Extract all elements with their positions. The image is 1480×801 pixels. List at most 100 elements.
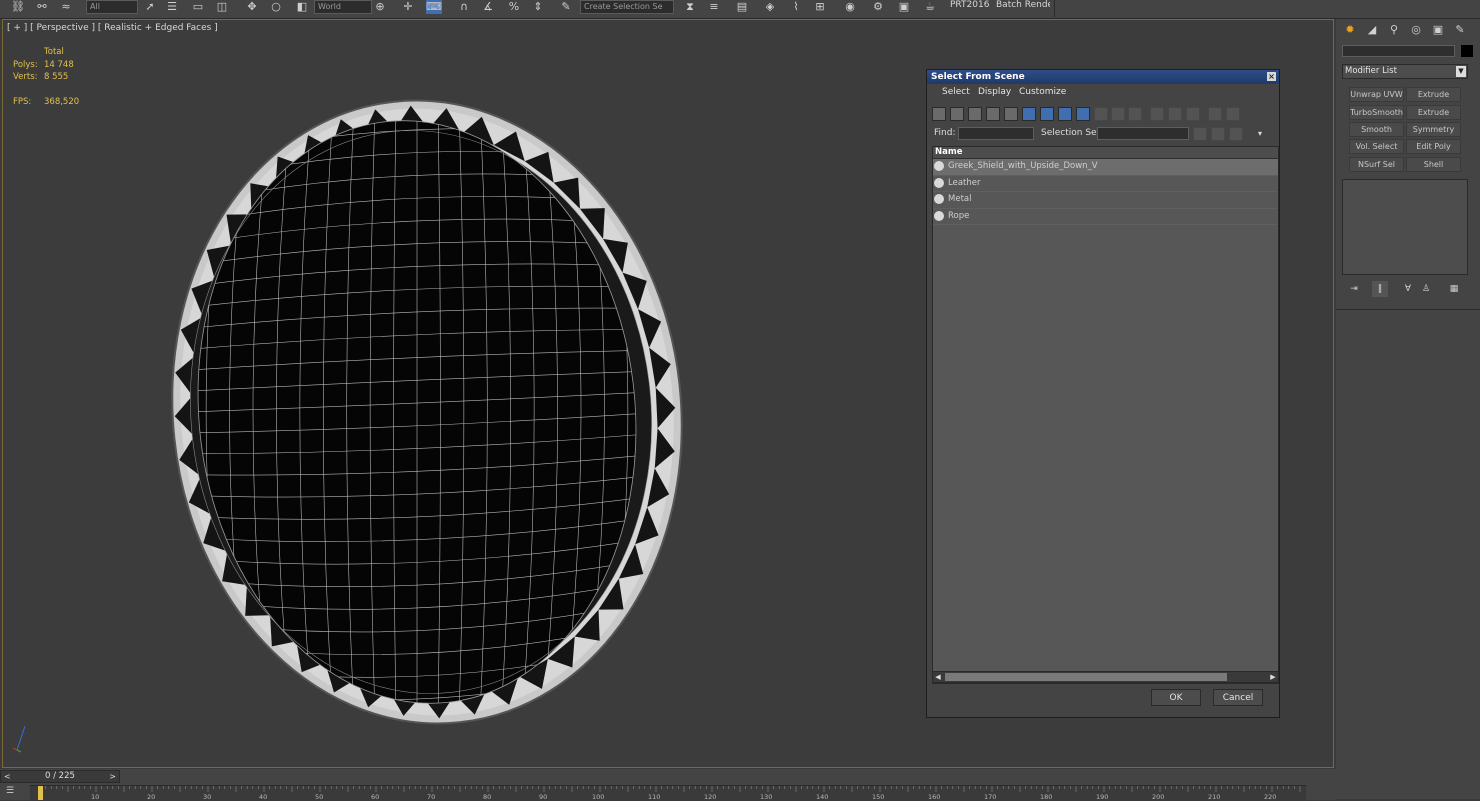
horizontal-scrollbar[interactable]: ◀ ▶	[932, 671, 1279, 683]
modify-tab-icon[interactable]: ◢	[1364, 22, 1380, 38]
modifier-button-turbosmooth[interactable]: TurboSmooth	[1349, 105, 1404, 120]
modifier-button-symmetry[interactable]: Symmetry	[1406, 122, 1461, 137]
display-bones-icon[interactable]	[1076, 107, 1090, 121]
modifier-list-dropdown[interactable]: Modifier List ▼	[1342, 64, 1468, 79]
angle-snap-icon[interactable]: ∡	[480, 0, 496, 14]
filter-options-icon[interactable]	[1226, 107, 1240, 121]
snap-toggle-icon[interactable]: ∩	[456, 0, 472, 14]
selection-filter-combo[interactable]: All	[86, 0, 138, 14]
add-to-selection-set-icon[interactable]	[1211, 127, 1225, 141]
named-selection-set-combo[interactable]: Create Selection Se	[580, 0, 674, 14]
display-hidden-icon[interactable]	[1128, 107, 1142, 121]
schematic-view-icon[interactable]: ⊞	[812, 0, 828, 14]
modifier-button-shell[interactable]: Shell	[1406, 157, 1461, 172]
menu-select[interactable]: Select	[942, 87, 970, 97]
shield-model[interactable]	[169, 82, 689, 742]
unlink-icon[interactable]: ⚯	[34, 0, 50, 14]
modifier-button-edit-poly[interactable]: Edit Poly	[1406, 139, 1461, 154]
next-frame-icon[interactable]: >	[109, 771, 116, 782]
display-geometry-icon[interactable]	[932, 107, 946, 121]
motion-tab-icon[interactable]: ◎	[1408, 22, 1424, 38]
move-icon[interactable]: ✥	[244, 0, 260, 14]
mirror-icon[interactable]: ⧗	[682, 0, 698, 14]
keyboard-shortcut-icon[interactable]: ⌨	[426, 0, 442, 14]
mini-curve-editor-icon[interactable]: ☰	[6, 786, 22, 798]
curve-editor-icon[interactable]: ⌇	[788, 0, 804, 14]
filter-icon[interactable]	[1208, 107, 1222, 121]
display-lights-icon[interactable]	[968, 107, 982, 121]
display-spacewarps-icon[interactable]	[1022, 107, 1036, 121]
menu-display[interactable]: Display	[978, 87, 1011, 97]
select-manipulate-icon[interactable]: ✛	[400, 0, 416, 14]
remove-modifier-icon[interactable]: ♙	[1418, 281, 1434, 297]
rect-selection-icon[interactable]: ▭	[190, 0, 206, 14]
select-none-icon[interactable]	[1168, 107, 1182, 121]
remove-from-selection-set-icon[interactable]	[1229, 127, 1243, 141]
scrollbar-thumb[interactable]	[945, 673, 1227, 681]
scroll-right-icon[interactable]: ▶	[1268, 672, 1278, 682]
material-editor-icon[interactable]: ◉	[842, 0, 858, 14]
pivot-center-icon[interactable]: ⊕	[372, 0, 388, 14]
render-setup-icon[interactable]: ⚙	[870, 0, 886, 14]
dialog-titlebar[interactable]: Select From Scene ×	[927, 70, 1279, 84]
list-item[interactable]: Greek_Shield_with_Upside_Down_V	[933, 159, 1278, 176]
edit-named-selection-icon[interactable]: ✎	[558, 0, 574, 14]
graphite-tools-icon[interactable]: ◈	[762, 0, 778, 14]
close-icon[interactable]: ×	[1267, 72, 1276, 81]
time-marker[interactable]	[38, 786, 43, 800]
modifier-button-unwrap-uvw[interactable]: Unwrap UVW	[1349, 87, 1404, 102]
modifier-button-extrude-2[interactable]: Extrude	[1406, 105, 1461, 120]
percent-snap-icon[interactable]: %	[506, 0, 522, 14]
display-shapes-icon[interactable]	[950, 107, 964, 121]
select-all-icon[interactable]	[1150, 107, 1164, 121]
hierarchy-tab-icon[interactable]: ⚲	[1386, 22, 1402, 38]
make-unique-icon[interactable]: ∀	[1400, 281, 1416, 297]
rendered-frame-icon[interactable]: ▣	[896, 0, 912, 14]
link-icon[interactable]: ⛓	[10, 0, 26, 14]
object-color-swatch[interactable]	[1461, 45, 1473, 57]
modifier-button-nsurf-sel[interactable]: NSurf Sel	[1349, 157, 1404, 172]
bind-spacewarp-icon[interactable]: ≈	[58, 0, 74, 14]
prev-frame-icon[interactable]: <	[4, 771, 11, 782]
modifier-stack[interactable]	[1342, 179, 1468, 275]
time-slider[interactable]: < 0 / 225 >	[0, 770, 120, 783]
configure-sets-icon[interactable]: ▦	[1446, 281, 1462, 297]
modifier-button-vol-select[interactable]: Vol. Select	[1349, 139, 1404, 154]
modifier-button-extrude[interactable]: Extrude	[1406, 87, 1461, 102]
list-item[interactable]: Leather	[933, 176, 1278, 192]
display-groups-icon[interactable]	[1040, 107, 1054, 121]
display-frozen-icon[interactable]	[1111, 107, 1125, 121]
batch-render-button[interactable]: Batch Render...	[996, 0, 1050, 10]
object-name-field[interactable]	[1342, 45, 1455, 57]
rotate-icon[interactable]: ○	[268, 0, 284, 14]
align-icon[interactable]: ≡	[706, 0, 722, 14]
chevron-down-icon[interactable]: ▾	[1258, 129, 1262, 138]
layer-manager-icon[interactable]: ▤	[734, 0, 750, 14]
create-tab-icon[interactable]: ✹	[1342, 22, 1358, 38]
window-crossing-icon[interactable]: ◫	[214, 0, 230, 14]
pin-stack-icon[interactable]: ⇥	[1346, 281, 1362, 297]
create-selection-set-icon[interactable]	[1193, 127, 1207, 141]
render-production-icon[interactable]: ☕	[922, 0, 938, 14]
utilities-tab-icon[interactable]: ✎	[1452, 22, 1468, 38]
scene-object-list[interactable]: Name Greek_Shield_with_Upside_Down_V Lea…	[932, 146, 1279, 684]
display-tab-icon[interactable]: ▣	[1430, 22, 1446, 38]
reference-coord-combo[interactable]: World	[314, 0, 372, 14]
list-item[interactable]: Rope	[933, 209, 1278, 225]
display-cameras-icon[interactable]	[986, 107, 1000, 121]
ok-button[interactable]: OK	[1151, 689, 1201, 706]
select-invert-icon[interactable]	[1186, 107, 1200, 121]
prt-label[interactable]: PRT2016	[950, 0, 989, 10]
list-item[interactable]: Metal	[933, 192, 1278, 209]
display-helpers-icon[interactable]	[1004, 107, 1018, 121]
cancel-button[interactable]: Cancel	[1213, 689, 1263, 706]
select-by-name-icon[interactable]: ☰	[164, 0, 180, 14]
scroll-left-icon[interactable]: ◀	[933, 672, 943, 682]
column-header-name[interactable]: Name	[933, 147, 1278, 159]
timeline-track[interactable]: 10 20 30 40 50 60 70 80 90 100 110 120 1…	[30, 785, 1306, 801]
show-end-result-icon[interactable]: ‖	[1372, 281, 1388, 297]
menu-customize[interactable]: Customize	[1019, 87, 1066, 97]
spinner-snap-icon[interactable]: ⇕	[530, 0, 546, 14]
display-xrefs-icon[interactable]	[1058, 107, 1072, 121]
scale-icon[interactable]: ◧	[294, 0, 310, 14]
